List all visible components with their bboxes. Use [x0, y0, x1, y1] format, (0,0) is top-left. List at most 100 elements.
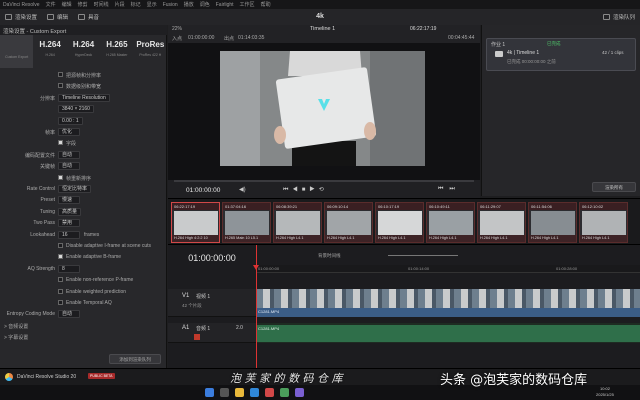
preset-tile[interactable]: H.264 HyperDeck: [67, 35, 100, 68]
menu-item[interactable]: Fairlight: [216, 2, 234, 8]
menu-item[interactable]: Fusion: [163, 2, 178, 8]
menu-item[interactable]: 标记: [131, 1, 141, 8]
v1-clip[interactable]: C1281.MP4: [256, 289, 640, 317]
setting-checkbox[interactable]: [58, 254, 63, 260]
menu-item[interactable]: DaVinci Resolve: [3, 2, 40, 8]
setting-value[interactable]: 0.00 : 1: [58, 116, 83, 125]
clip-thumbnail[interactable]: 06:10:17:19 H.264 High L4.1: [375, 202, 424, 243]
clip-thumbnail[interactable]: 06:10:49:11 H.264 High L4.1: [426, 202, 475, 243]
setting-label: Lookahead: [30, 231, 55, 238]
section-header[interactable]: > 字幕设置: [4, 334, 28, 341]
setting-value[interactable]: Timeline Resolution: [58, 93, 110, 102]
preset-strip: Custom Export H.264 H.264 H.264 HyperDeck H.2…: [0, 35, 167, 68]
app-icon[interactable]: [295, 388, 304, 397]
menu-item[interactable]: 时间线: [94, 1, 109, 8]
setting-value[interactable]: 自动: [58, 150, 80, 159]
setting-value[interactable]: 3840 × 2160: [58, 105, 94, 114]
clip-thumbnail[interactable]: 06:11:54:06 H.264 High L4.1: [528, 202, 577, 243]
setting-value[interactable]: 高质量: [58, 207, 82, 216]
toolbar: 渲染设置 编辑 具音 渲染队列: [0, 9, 640, 25]
playback-controls[interactable]: ⏮◀■▶⟲: [283, 186, 328, 194]
v1-track-header[interactable]: V1 视频 1 42 个片段: [168, 289, 256, 317]
setting-row: Enable adaptive B-frame: [0, 253, 167, 262]
render-settings-button[interactable]: 渲染设置: [0, 11, 42, 23]
menu-item[interactable]: 工作区: [240, 1, 255, 8]
preset-tile[interactable]: ProRes ProRes 422 H: [134, 35, 167, 68]
clip-image: [174, 211, 218, 235]
menu-item[interactable]: 片段: [115, 1, 125, 8]
preset-tile[interactable]: H.264 H.264: [33, 35, 66, 68]
setting-value[interactable]: 慢速: [58, 196, 80, 205]
preset-tile[interactable]: Custom Export: [0, 35, 34, 68]
menu-item[interactable]: 文件: [46, 1, 56, 8]
edge-icon[interactable]: [250, 388, 259, 397]
video-viewer[interactable]: [168, 43, 480, 197]
setting-row: Rate Control 恒定比特率: [0, 185, 167, 194]
setting-checkbox[interactable]: [58, 174, 63, 180]
render-job[interactable]: 作业 1 已完成 4k | Timeline 1 42 / 1 clips 已完…: [486, 38, 636, 71]
zoom-level[interactable]: 22%: [172, 26, 182, 32]
search-icon[interactable]: [220, 388, 229, 397]
setting-value[interactable]: 8: [58, 264, 80, 273]
time-ruler[interactable]: 01:00:00:00 01:00:14:00 01:00:28:00: [256, 265, 640, 273]
section-header[interactable]: > 音频设置: [4, 323, 28, 330]
setting-checkbox[interactable]: [58, 243, 63, 248]
preset-tile[interactable]: H.265 H.265 Master: [100, 35, 133, 68]
setting-value[interactable]: 恒定比特率: [58, 185, 92, 193]
clip-thumbnail[interactable]: 06:12:10:02 H.264 High L4.1: [579, 202, 628, 243]
start-icon[interactable]: [205, 388, 214, 397]
setting-value[interactable]: 优化: [58, 128, 80, 136]
menu-item[interactable]: 编辑: [62, 1, 72, 8]
add-to-render-queue-button[interactable]: 添加到渲染队列: [109, 354, 161, 364]
menu-item[interactable]: 显示: [147, 1, 157, 8]
setting-checkbox[interactable]: [58, 277, 63, 283]
setting-value[interactable]: 禁用: [58, 219, 80, 228]
app-name: DaVinci Resolve Studio 20: [17, 374, 77, 380]
playhead-marker[interactable]: [253, 265, 259, 270]
menu-item[interactable]: 帮助: [261, 1, 271, 8]
volume-icon[interactable]: ◀): [239, 186, 246, 193]
timeline-name[interactable]: Timeline 1: [310, 26, 335, 32]
setting-checkbox[interactable]: [58, 288, 63, 294]
clip-codec: H.264 High L4.1: [427, 235, 474, 242]
setting-row: Lookahead 16 frames: [0, 230, 167, 240]
quality-button[interactable]: 具音: [73, 11, 104, 23]
menu-item[interactable]: 修剪: [78, 1, 88, 8]
clip-thumbnail[interactable]: 06:11:29:07 H.264 High L4.1: [477, 202, 526, 243]
setting-label: 分辨率: [39, 95, 55, 102]
clip-timecode: 06:10:17:19: [376, 203, 423, 210]
mute-icon[interactable]: [194, 334, 200, 340]
clip-thumbnail[interactable]: 06:08:39:21 H.264 High L4.1: [273, 202, 322, 243]
resolve-task-icon[interactable]: [265, 388, 274, 397]
setting-checkbox[interactable]: [58, 300, 63, 305]
clip-timecode: 06:12:10:02: [580, 203, 627, 210]
setting-value[interactable]: 自动: [58, 310, 80, 319]
clip-codec: H.264 High L4.1: [376, 235, 423, 242]
render-all-button[interactable]: 渲染所有: [592, 182, 636, 192]
playhead[interactable]: [256, 245, 257, 369]
a1-clip[interactable]: C1281.MP4: [256, 325, 640, 342]
clip-thumbnail[interactable]: 01:37:04:16 H.265 Main 10 L5.1: [222, 202, 271, 243]
setting-value[interactable]: 16: [58, 230, 80, 239]
checkbox-label: Enable adaptive B-frame: [66, 254, 122, 261]
app-icon[interactable]: [280, 388, 289, 397]
a1-track-header[interactable]: A1 音频 1 2.0: [168, 323, 256, 343]
render-queue-button[interactable]: 渲染队列: [598, 11, 640, 23]
clip-thumbnail[interactable]: 06:09:10:14 H.264 High L4.1: [324, 202, 373, 243]
setting-row: 关键帧 自动: [0, 162, 167, 171]
explorer-icon[interactable]: [235, 388, 244, 397]
in-timecode: 01:00:00:00: [188, 35, 215, 41]
nav-icons[interactable]: ⏮⏭: [438, 186, 461, 193]
edit-button[interactable]: 编辑: [42, 11, 73, 23]
clip-codec: H.264 High L4.1: [274, 235, 321, 242]
clip-thumbnail[interactable]: 06:22:17:19 H.264 High 4:2:2 10: [171, 202, 220, 243]
setting-checkbox[interactable]: [58, 72, 63, 77]
zoom-slider[interactable]: [388, 255, 458, 256]
scrub-bar[interactable]: [174, 180, 474, 182]
menu-item[interactable]: 播放: [184, 1, 194, 8]
setting-checkbox[interactable]: [58, 140, 63, 146]
setting-checkbox[interactable]: [58, 83, 63, 89]
setting-label: AQ Strength: [27, 265, 55, 272]
setting-value[interactable]: 自动: [58, 162, 80, 171]
menu-item[interactable]: 调色: [200, 1, 210, 8]
